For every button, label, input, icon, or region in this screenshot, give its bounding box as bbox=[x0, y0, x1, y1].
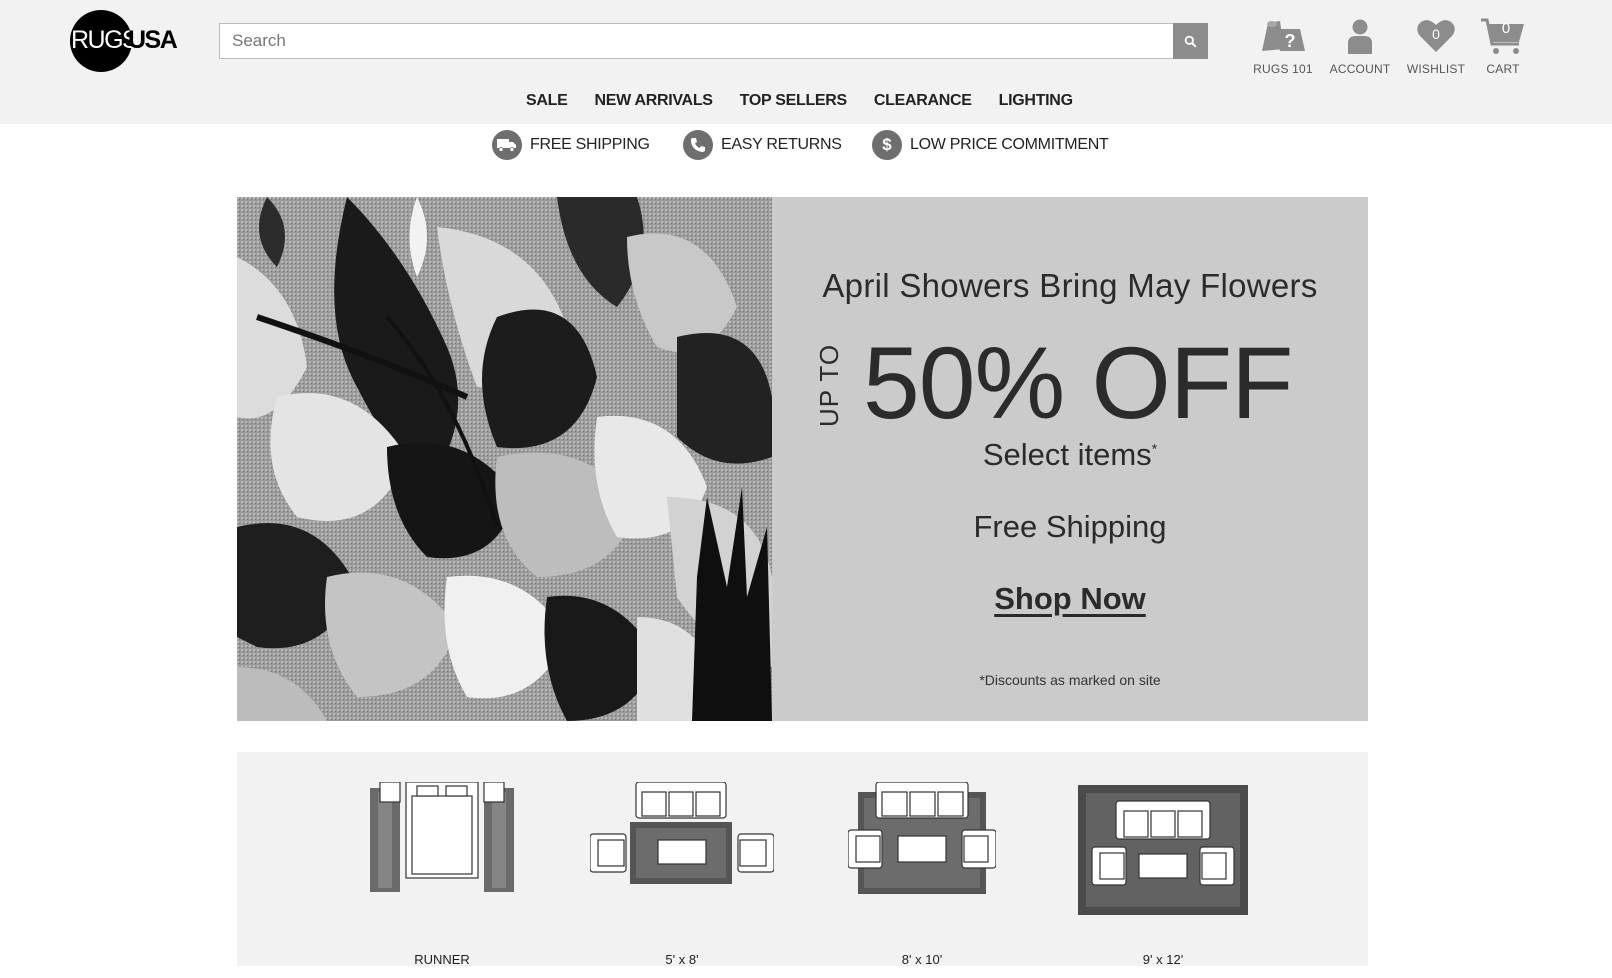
size-8x10[interactable]: 8' x 10' bbox=[848, 782, 996, 967]
cart-link[interactable]: 0 CART bbox=[1478, 16, 1528, 76]
size-runner[interactable]: RUNNER bbox=[368, 782, 516, 967]
low-price-link[interactable]: $ LOW PRICE COMMITMENT bbox=[872, 130, 1109, 160]
hero-select-asterisk: * bbox=[1151, 440, 1158, 457]
hero-free-shipping: Free Shipping bbox=[973, 509, 1167, 544]
value-props-bar: FREE SHIPPING EASY RETURNS $ LOW PRICE C… bbox=[0, 130, 1612, 162]
floral-rug-image bbox=[237, 197, 772, 721]
shop-now-link[interactable]: Shop Now bbox=[994, 581, 1146, 616]
rugs101-link[interactable]: ? RUGS 101 bbox=[1252, 16, 1314, 76]
heart-icon: 0 bbox=[1412, 16, 1460, 56]
rugs101-label: RUGS 101 bbox=[1253, 62, 1313, 76]
search-button[interactable] bbox=[1173, 23, 1208, 59]
size-5x8[interactable]: 5' x 8' bbox=[590, 782, 774, 967]
shop-by-size: RUNNER 5' x 8' 8' x 10' 9' x 12' bbox=[237, 752, 1368, 967]
question-rug-icon: ? bbox=[1259, 16, 1307, 56]
easy-returns-link[interactable]: EASY RETURNS bbox=[683, 130, 842, 160]
hero-select-items: Select items* bbox=[772, 437, 1368, 473]
size-label: 5' x 8' bbox=[665, 952, 699, 967]
cart-label: CART bbox=[1486, 62, 1520, 76]
hero-tagline: April Showers Bring May Flowers bbox=[822, 267, 1318, 304]
nav-lighting[interactable]: LIGHTING bbox=[999, 92, 1073, 110]
search-icon bbox=[1184, 35, 1197, 48]
truck-icon bbox=[492, 130, 522, 160]
nav-top-sellers[interactable]: TOP SELLERS bbox=[740, 92, 848, 110]
search-bar bbox=[219, 23, 1208, 59]
dollar-icon: $ bbox=[872, 130, 902, 160]
account-link[interactable]: ACCOUNT bbox=[1327, 16, 1393, 76]
cart-count: 0 bbox=[1501, 20, 1511, 37]
cart-icon: 0 bbox=[1479, 16, 1527, 56]
hero-cta-wrap: Shop Now bbox=[772, 581, 1368, 617]
wishlist-link[interactable]: 0 WISHLIST bbox=[1404, 16, 1468, 76]
logo-text-usa: USA bbox=[128, 26, 178, 54]
wishlist-count: 0 bbox=[1432, 26, 1440, 42]
low-price-label: LOW PRICE COMMITMENT bbox=[910, 136, 1109, 153]
nav-clearance[interactable]: CLEARANCE bbox=[874, 92, 972, 110]
5x8-room-icon bbox=[590, 782, 774, 884]
size-label: 8' x 10' bbox=[901, 952, 943, 967]
person-icon bbox=[1336, 16, 1384, 56]
size-label: RUNNER bbox=[414, 952, 470, 967]
nav-new-arrivals[interactable]: NEW ARRIVALS bbox=[594, 92, 712, 110]
9x12-room-icon bbox=[1078, 785, 1248, 915]
hero-footnote: *Discounts as marked on site bbox=[979, 672, 1161, 688]
wishlist-label: WISHLIST bbox=[1406, 62, 1466, 76]
8x10-room-icon bbox=[848, 782, 996, 894]
easy-returns-label: EASY RETURNS bbox=[721, 136, 842, 153]
size-9x12[interactable]: 9' x 12' bbox=[1078, 785, 1248, 967]
account-label: ACCOUNT bbox=[1329, 62, 1391, 76]
rugsusa-logo[interactable]: RUGS USA bbox=[70, 10, 180, 72]
hero-up-to: UP TO bbox=[814, 343, 844, 427]
site-header: RUGS USA ? RUGS 101 bbox=[0, 0, 1612, 124]
phone-icon bbox=[683, 130, 713, 160]
hero-copy: April Showers Bring May Flowers UP TO 50… bbox=[772, 197, 1368, 721]
svg-text:?: ? bbox=[1285, 31, 1296, 51]
hero-headline: 50% OFF bbox=[863, 326, 1293, 440]
runner-room-icon bbox=[370, 782, 514, 892]
size-label: 9' x 12' bbox=[1142, 952, 1184, 967]
hero-select-text: Select items bbox=[982, 437, 1152, 472]
hero-banner[interactable]: April Showers Bring May Flowers UP TO 50… bbox=[237, 197, 1368, 721]
search-input[interactable] bbox=[219, 23, 1174, 59]
free-shipping-label: FREE SHIPPING bbox=[530, 136, 650, 153]
free-shipping-link[interactable]: FREE SHIPPING bbox=[492, 130, 650, 160]
nav-sale[interactable]: SALE bbox=[526, 92, 568, 110]
